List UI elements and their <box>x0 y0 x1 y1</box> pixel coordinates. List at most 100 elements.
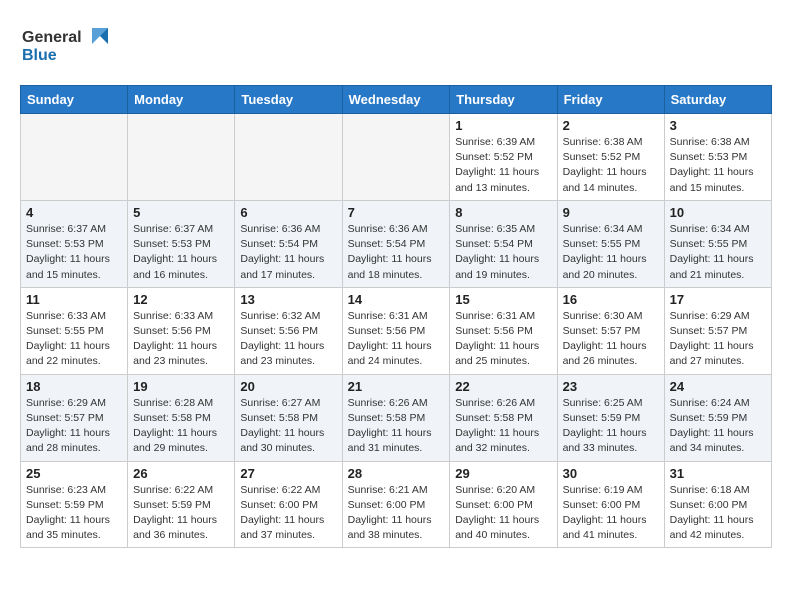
calendar-cell <box>21 114 128 201</box>
day-number: 9 <box>563 205 659 220</box>
weekday-header-sunday: Sunday <box>21 86 128 114</box>
calendar-cell: 4Sunrise: 6:37 AM Sunset: 5:53 PM Daylig… <box>21 200 128 287</box>
day-number: 19 <box>133 379 229 394</box>
day-number: 17 <box>670 292 766 307</box>
logo: General Blue <box>20 20 110 75</box>
day-number: 14 <box>348 292 445 307</box>
day-info: Sunrise: 6:35 AM Sunset: 5:54 PM Dayligh… <box>455 222 551 283</box>
calendar-cell: 2 Sunrise: 6:38 AM Sunset: 5:52 PM Daylig… <box>557 114 664 201</box>
calendar-header-row: SundayMondayTuesdayWednesdayThursdayFrid… <box>21 86 772 114</box>
calendar-cell: 23 Sunrise: 6:25 AM Sunset: 5:59 PM Dayli… <box>557 374 664 461</box>
calendar-cell: 11 Sunrise: 6:33 AM Sunset: 5:55 PM Dayli… <box>21 287 128 374</box>
header: General Blue <box>20 20 772 75</box>
day-info: Sunrise: 6:20 AM Sunset: 6:00 PM Dayligh… <box>455 483 551 544</box>
calendar-cell: 7Sunrise: 6:36 AM Sunset: 5:54 PM Daylig… <box>342 200 450 287</box>
day-info: Sunrise: 6:34 AM Sunset: 5:55 PM Dayligh… <box>563 222 659 283</box>
day-info: Sunrise: 6:29 AM Sunset: 5:57 PM Dayligh… <box>670 309 766 370</box>
day-info: Sunrise: 6:34 AM Sunset: 5:55 PM Dayligh… <box>670 222 766 283</box>
day-number: 31 <box>670 466 766 481</box>
logo-area: General Blue <box>20 20 110 75</box>
weekday-header-monday: Monday <box>128 86 235 114</box>
day-number: 21 <box>348 379 445 394</box>
day-number: 20 <box>240 379 336 394</box>
day-number: 8 <box>455 205 551 220</box>
svg-text:Blue: Blue <box>22 47 57 64</box>
calendar-week-row: 11 Sunrise: 6:33 AM Sunset: 5:55 PM Dayli… <box>21 287 772 374</box>
calendar-cell: 20 Sunrise: 6:27 AM Sunset: 5:58 PM Dayli… <box>235 374 342 461</box>
day-number: 25 <box>26 466 122 481</box>
page: General Blue SundayMondayTuesdayWednesda… <box>0 0 792 558</box>
calendar-cell: 24Sunrise: 6:24 AM Sunset: 5:59 PM Dayli… <box>664 374 771 461</box>
calendar-week-row: 18Sunrise: 6:29 AM Sunset: 5:57 PM Dayli… <box>21 374 772 461</box>
day-number: 3 <box>670 118 766 133</box>
day-info: Sunrise: 6:38 AM Sunset: 5:53 PM Dayligh… <box>670 135 766 196</box>
calendar-week-row: 4 Sunrise: 6:37 AM Sunset: 5:53 PM Daylig… <box>21 200 772 287</box>
calendar-table: SundayMondayTuesdayWednesdayThursdayFrid… <box>20 85 772 548</box>
day-info: Sunrise: 6:31 AM Sunset: 5:56 PM Dayligh… <box>348 309 445 370</box>
day-number: 1 <box>455 118 551 133</box>
day-number: 23 <box>563 379 659 394</box>
day-info: Sunrise: 6:25 AM Sunset: 5:59 PM Dayligh… <box>563 396 659 457</box>
calendar-cell: 8 Sunrise: 6:35 AM Sunset: 5:54 PM Daylig… <box>450 200 557 287</box>
weekday-header-thursday: Thursday <box>450 86 557 114</box>
weekday-header-saturday: Saturday <box>664 86 771 114</box>
day-number: 4 <box>26 205 122 220</box>
day-info: Sunrise: 6:19 AM Sunset: 6:00 PM Dayligh… <box>563 483 659 544</box>
calendar-cell: 13 Sunrise: 6:32 AM Sunset: 5:56 PM Dayli… <box>235 287 342 374</box>
day-info: Sunrise: 6:36 AM Sunset: 5:54 PM Dayligh… <box>348 222 445 283</box>
day-info: Sunrise: 6:33 AM Sunset: 5:55 PM Dayligh… <box>26 309 122 370</box>
day-number: 28 <box>348 466 445 481</box>
calendar-cell: 17 Sunrise: 6:29 AM Sunset: 5:57 PM Dayli… <box>664 287 771 374</box>
day-info: Sunrise: 6:24 AM Sunset: 5:59 PM Dayligh… <box>670 396 766 457</box>
day-number: 10 <box>670 205 766 220</box>
day-number: 12 <box>133 292 229 307</box>
day-info: Sunrise: 6:32 AM Sunset: 5:56 PM Dayligh… <box>240 309 336 370</box>
calendar-cell: 30 Sunrise: 6:19 AM Sunset: 6:00 PM Dayli… <box>557 461 664 548</box>
day-number: 13 <box>240 292 336 307</box>
day-number: 2 <box>563 118 659 133</box>
day-info: Sunrise: 6:23 AM Sunset: 5:59 PM Dayligh… <box>26 483 122 544</box>
day-number: 26 <box>133 466 229 481</box>
day-info: Sunrise: 6:18 AM Sunset: 6:00 PM Dayligh… <box>670 483 766 544</box>
day-info: Sunrise: 6:37 AM Sunset: 5:53 PM Dayligh… <box>133 222 229 283</box>
day-info: Sunrise: 6:21 AM Sunset: 6:00 PM Dayligh… <box>348 483 445 544</box>
day-info: Sunrise: 6:36 AM Sunset: 5:54 PM Dayligh… <box>240 222 336 283</box>
day-info: Sunrise: 6:30 AM Sunset: 5:57 PM Dayligh… <box>563 309 659 370</box>
calendar-cell: 3 Sunrise: 6:38 AM Sunset: 5:53 PM Daylig… <box>664 114 771 201</box>
calendar-cell: 5Sunrise: 6:37 AM Sunset: 5:53 PM Daylig… <box>128 200 235 287</box>
day-info: Sunrise: 6:31 AM Sunset: 5:56 PM Dayligh… <box>455 309 551 370</box>
day-number: 16 <box>563 292 659 307</box>
day-number: 22 <box>455 379 551 394</box>
calendar-cell: 10 Sunrise: 6:34 AM Sunset: 5:55 PM Dayli… <box>664 200 771 287</box>
calendar-cell: 29 Sunrise: 6:20 AM Sunset: 6:00 PM Dayli… <box>450 461 557 548</box>
day-number: 27 <box>240 466 336 481</box>
calendar-cell: 27 Sunrise: 6:22 AM Sunset: 6:00 PM Dayli… <box>235 461 342 548</box>
day-number: 15 <box>455 292 551 307</box>
day-number: 29 <box>455 466 551 481</box>
day-info: Sunrise: 6:26 AM Sunset: 5:58 PM Dayligh… <box>348 396 445 457</box>
day-info: Sunrise: 6:29 AM Sunset: 5:57 PM Dayligh… <box>26 396 122 457</box>
day-info: Sunrise: 6:28 AM Sunset: 5:58 PM Dayligh… <box>133 396 229 457</box>
day-info: Sunrise: 6:38 AM Sunset: 5:52 PM Dayligh… <box>563 135 659 196</box>
calendar-cell <box>235 114 342 201</box>
day-info: Sunrise: 6:27 AM Sunset: 5:58 PM Dayligh… <box>240 396 336 457</box>
day-info: Sunrise: 6:22 AM Sunset: 5:59 PM Dayligh… <box>133 483 229 544</box>
calendar-week-row: 1Sunrise: 6:39 AM Sunset: 5:52 PM Daylig… <box>21 114 772 201</box>
calendar-cell: 1Sunrise: 6:39 AM Sunset: 5:52 PM Daylig… <box>450 114 557 201</box>
calendar-cell: 15 Sunrise: 6:31 AM Sunset: 5:56 PM Dayli… <box>450 287 557 374</box>
calendar-cell: 12 Sunrise: 6:33 AM Sunset: 5:56 PM Dayli… <box>128 287 235 374</box>
calendar-cell: 18Sunrise: 6:29 AM Sunset: 5:57 PM Dayli… <box>21 374 128 461</box>
day-info: Sunrise: 6:26 AM Sunset: 5:58 PM Dayligh… <box>455 396 551 457</box>
day-info: Sunrise: 6:22 AM Sunset: 6:00 PM Dayligh… <box>240 483 336 544</box>
calendar-cell: 22 Sunrise: 6:26 AM Sunset: 5:58 PM Dayli… <box>450 374 557 461</box>
day-number: 11 <box>26 292 122 307</box>
calendar-cell: 28 Sunrise: 6:21 AM Sunset: 6:00 PM Dayli… <box>342 461 450 548</box>
day-number: 6 <box>240 205 336 220</box>
weekday-header-friday: Friday <box>557 86 664 114</box>
day-info: Sunrise: 6:33 AM Sunset: 5:56 PM Dayligh… <box>133 309 229 370</box>
day-number: 30 <box>563 466 659 481</box>
calendar-cell: 14 Sunrise: 6:31 AM Sunset: 5:56 PM Dayli… <box>342 287 450 374</box>
svg-text:General: General <box>22 29 82 46</box>
weekday-header-tuesday: Tuesday <box>235 86 342 114</box>
calendar-cell: 16 Sunrise: 6:30 AM Sunset: 5:57 PM Dayli… <box>557 287 664 374</box>
